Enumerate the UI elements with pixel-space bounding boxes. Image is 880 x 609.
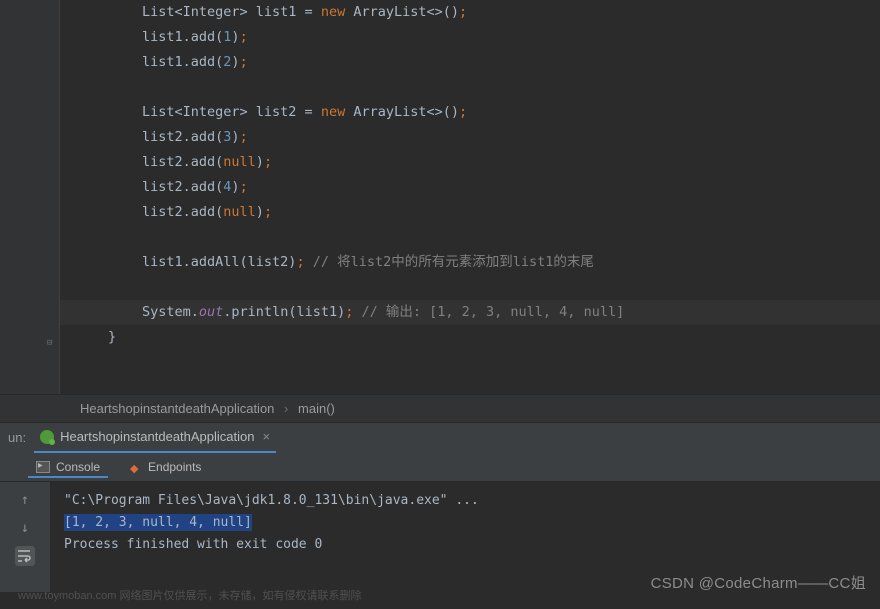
code-line[interactable]: list2.add(null); xyxy=(60,150,880,175)
field: out xyxy=(199,304,223,320)
code-text: List<Integer> list1 = xyxy=(142,4,321,20)
code-text: ) xyxy=(231,54,239,70)
code-text: list1.add( xyxy=(142,29,223,45)
scroll-down-button[interactable]: ↓ xyxy=(15,518,35,538)
semicolon: ; xyxy=(240,129,248,145)
console-toolbar: ↑ ↓ xyxy=(0,482,50,592)
code-text: .println(list1) xyxy=(223,304,345,320)
semicolon: ; xyxy=(240,54,248,70)
code-line[interactable]: list2.add(4); xyxy=(60,175,880,200)
code-line[interactable]: list1.add(1); xyxy=(60,25,880,50)
brace: } xyxy=(108,329,116,345)
code-text: List<Integer> list2 = xyxy=(142,104,321,120)
breadcrumb: HeartshopinstantdeathApplication › main(… xyxy=(0,394,880,422)
code-text: list1.add( xyxy=(142,54,223,70)
run-config-name: HeartshopinstantdeathApplication xyxy=(60,429,254,444)
semicolon: ; xyxy=(240,179,248,195)
console-tabs: Console Endpoints xyxy=(0,452,880,482)
code-text: ArrayList<>() xyxy=(345,104,459,120)
tab-endpoints[interactable]: Endpoints xyxy=(122,456,209,478)
semicolon: ; xyxy=(345,304,353,320)
code-line[interactable] xyxy=(60,75,880,100)
close-icon[interactable]: × xyxy=(263,429,271,444)
code-line[interactable]: List<Integer> list1 = new ArrayList<>(); xyxy=(60,0,880,25)
output-line: Process finished with exit code 0 xyxy=(64,534,866,556)
code-line[interactable]: list2.add(3); xyxy=(60,125,880,150)
semicolon: ; xyxy=(264,204,272,220)
tab-console[interactable]: Console xyxy=(28,456,108,478)
code-text: ) xyxy=(256,204,264,220)
semicolon: ; xyxy=(296,254,304,270)
breadcrumb-class[interactable]: HeartshopinstantdeathApplication xyxy=(80,401,274,416)
breadcrumb-method[interactable]: main() xyxy=(298,401,335,416)
watermark: CSDN @CodeCharm——CC姐 xyxy=(651,572,866,593)
run-toolbar: un: HeartshopinstantdeathApplication × xyxy=(0,422,880,452)
code-text: list2.add( xyxy=(142,179,223,195)
output-selected-text: [1, 2, 3, null, 4, null] xyxy=(64,514,252,531)
keyword: new xyxy=(321,104,345,120)
faint-watermark: www.toymoban.com 网络图片仅供展示，未存储，如有侵权请联系删除 xyxy=(18,587,361,603)
tab-console-label: Console xyxy=(56,460,100,474)
console-icon xyxy=(36,461,50,473)
keyword: null xyxy=(223,154,256,170)
soft-wrap-button[interactable] xyxy=(15,546,35,566)
semicolon: ; xyxy=(459,104,467,120)
semicolon: ; xyxy=(264,154,272,170)
fold-icon[interactable]: ⊟ xyxy=(47,338,57,348)
code-line[interactable]: list2.add(null); xyxy=(60,200,880,225)
code-text: ) xyxy=(256,154,264,170)
comment: // 将list2中的所有元素添加到list1的末尾 xyxy=(313,254,594,270)
code-text: ) xyxy=(231,179,239,195)
keyword: new xyxy=(321,4,345,20)
code-text: ) xyxy=(231,129,239,145)
comment: // 输出: [1, 2, 3, null, 4, null] xyxy=(362,304,625,320)
code-text: list2.add( xyxy=(142,154,223,170)
code-text: list2.add( xyxy=(142,204,223,220)
keyword: null xyxy=(223,204,256,220)
code-text: ArrayList<>() xyxy=(345,4,459,20)
output-line-highlighted: [1, 2, 3, null, 4, null] xyxy=(64,512,866,534)
code-line[interactable]: list1.addAll(list2); // 将list2中的所有元素添加到l… xyxy=(60,250,880,275)
breadcrumb-separator: › xyxy=(284,401,288,416)
code-line-highlighted[interactable]: System.out.println(list1); // 输出: [1, 2,… xyxy=(60,300,880,325)
code-line[interactable] xyxy=(60,225,880,250)
line-gutter[interactable]: ⊟ xyxy=(0,0,60,394)
code-line[interactable] xyxy=(60,275,880,300)
semicolon: ; xyxy=(240,29,248,45)
code-line[interactable]: List<Integer> list2 = new ArrayList<>(); xyxy=(60,100,880,125)
spring-boot-icon xyxy=(40,430,54,444)
endpoints-icon xyxy=(130,461,142,473)
output-line: "C:\Program Files\Java\jdk1.8.0_131\bin\… xyxy=(64,490,866,512)
semicolon: ; xyxy=(459,4,467,20)
code-text: ) xyxy=(231,29,239,45)
code-text: list1.addAll(list2) xyxy=(142,254,296,270)
code-line[interactable]: list1.add(2); xyxy=(60,50,880,75)
code-content[interactable]: List<Integer> list1 = new ArrayList<>();… xyxy=(60,0,880,394)
editor-area: ⊟ List<Integer> list1 = new ArrayList<>(… xyxy=(0,0,880,394)
tab-endpoints-label: Endpoints xyxy=(148,460,201,474)
wrap-icon xyxy=(17,549,33,563)
code-text: list2.add( xyxy=(142,129,223,145)
scroll-up-button[interactable]: ↑ xyxy=(15,490,35,510)
run-label: un: xyxy=(8,430,26,445)
code-text: System. xyxy=(142,304,199,320)
code-line[interactable]: } xyxy=(60,325,880,350)
run-config-tab[interactable]: HeartshopinstantdeathApplication × xyxy=(34,423,276,453)
